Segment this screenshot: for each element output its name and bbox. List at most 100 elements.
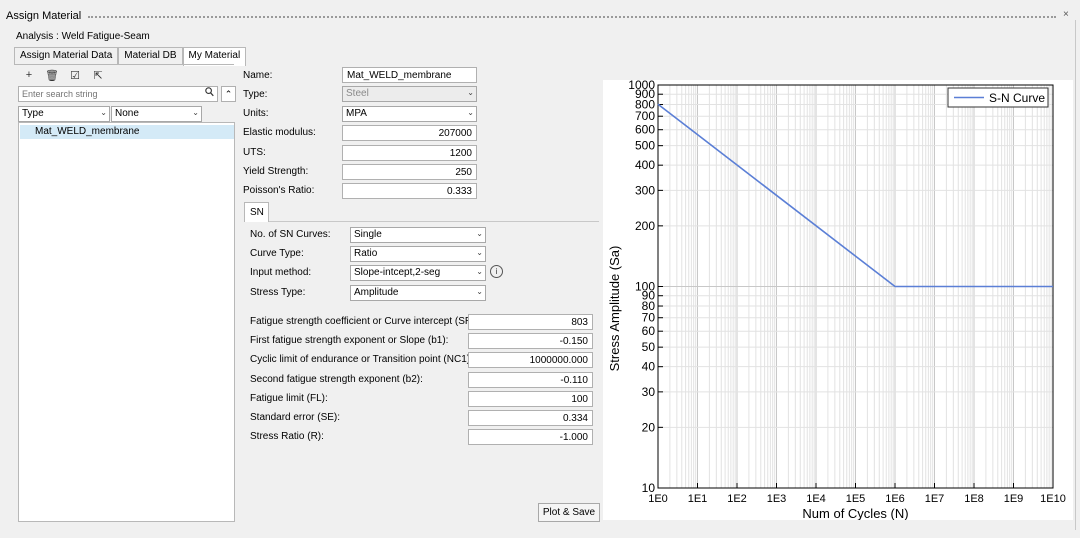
nc1-field[interactable]: 1000000.000 bbox=[468, 352, 593, 368]
units-select[interactable]: MPA ⌄ bbox=[342, 106, 477, 122]
search-input[interactable] bbox=[19, 87, 199, 101]
yield-strength-label: Yield Strength: bbox=[243, 166, 309, 177]
material-list: Mat_WELD_membrane bbox=[18, 122, 235, 522]
num-sn-curves-select[interactable]: Single ⌄ bbox=[350, 227, 486, 243]
y-tick-label: 500 bbox=[635, 139, 655, 153]
x-axis-label: Num of Cycles (N) bbox=[802, 506, 908, 520]
stress-ratio-field[interactable]: -1.000 bbox=[468, 429, 593, 445]
collapse-button[interactable]: ⌃ bbox=[221, 86, 236, 102]
info-icon[interactable]: i bbox=[490, 265, 503, 278]
x-tick-label: 1E5 bbox=[846, 493, 866, 505]
filter-value-value: None bbox=[115, 108, 139, 119]
window-title: Assign Material bbox=[6, 10, 82, 22]
tab-material-db[interactable]: Material DB bbox=[118, 47, 183, 65]
elastic-modulus-field[interactable]: 207000 bbox=[342, 125, 477, 141]
b1-label: First fatigue strength exponent or Slope… bbox=[250, 335, 449, 346]
type-select: Steel ⌄ bbox=[342, 86, 477, 102]
yield-strength-field[interactable]: 250 bbox=[342, 164, 477, 180]
y-tick-label: 100 bbox=[635, 280, 655, 294]
standard-error-field[interactable]: 0.334 bbox=[468, 410, 593, 426]
chevron-down-icon: ⌄ bbox=[476, 287, 483, 296]
y-tick-label: 300 bbox=[635, 183, 655, 197]
filter-type-value: Type bbox=[22, 108, 44, 119]
x-tick-label: 1E2 bbox=[727, 493, 747, 505]
units-label: Units: bbox=[243, 108, 269, 119]
x-tick-label: 1E6 bbox=[885, 493, 905, 505]
x-tick-label: 1E3 bbox=[767, 493, 787, 505]
chevron-down-icon: ⌄ bbox=[100, 108, 107, 117]
stress-type-select[interactable]: Amplitude ⌄ bbox=[350, 285, 486, 301]
x-tick-label: 1E8 bbox=[964, 493, 984, 505]
stress-ratio-label: Stress Ratio (R): bbox=[250, 431, 324, 442]
window-titlebar bbox=[0, 0, 1080, 30]
input-method-select[interactable]: Slope-intcept,2-seg ⌄ bbox=[350, 265, 486, 281]
num-sn-curves-value: Single bbox=[354, 229, 382, 240]
legend-label: S-N Curve bbox=[989, 91, 1045, 105]
fatigue-limit-label: Fatigue limit (FL): bbox=[250, 393, 328, 404]
tab-divider bbox=[14, 64, 234, 65]
x-tick-label: 1E7 bbox=[925, 493, 945, 505]
filter-type-select[interactable]: Type ⌄ bbox=[18, 106, 110, 122]
check-icon[interactable]: ☑ bbox=[68, 69, 82, 82]
input-method-value: Slope-intcept,2-seg bbox=[354, 267, 441, 278]
x-tick-label: 1E4 bbox=[806, 493, 826, 505]
y-axis-label: Stress Amplitude (Sa) bbox=[607, 246, 622, 372]
sr1-field[interactable]: 803 bbox=[468, 314, 593, 330]
poissons-ratio-field[interactable]: 0.333 bbox=[342, 183, 477, 199]
uts-field[interactable]: 1200 bbox=[342, 145, 477, 161]
analysis-label: Analysis : Weld Fatigue-Seam bbox=[16, 31, 150, 42]
titlebar-grip[interactable] bbox=[88, 16, 1056, 18]
fatigue-limit-field[interactable]: 100 bbox=[468, 391, 593, 407]
y-tick-label: 40 bbox=[642, 360, 656, 374]
name-field[interactable]: Mat_WELD_membrane bbox=[342, 67, 477, 83]
chevron-down-icon: ⌄ bbox=[476, 267, 483, 276]
y-tick-label: 10 bbox=[642, 481, 656, 495]
units-value: MPA bbox=[346, 108, 367, 119]
material-toolbar: + 🗑 ☑ ⇱ bbox=[22, 69, 105, 82]
curve-type-select[interactable]: Ratio ⌄ bbox=[350, 246, 486, 262]
y-tick-label: 60 bbox=[642, 324, 656, 338]
x-tick-label: 1E1 bbox=[688, 493, 708, 505]
close-icon[interactable]: × bbox=[1063, 9, 1069, 20]
type-value: Steel bbox=[346, 88, 369, 99]
chevron-down-icon: ⌄ bbox=[476, 229, 483, 238]
delete-icon[interactable]: 🗑 bbox=[45, 69, 59, 82]
panel-border bbox=[1075, 20, 1076, 530]
standard-error-label: Standard error (SE): bbox=[250, 412, 341, 423]
uts-label: UTS: bbox=[243, 147, 266, 158]
y-tick-label: 50 bbox=[642, 340, 656, 354]
tab-bar: Assign Material Data Material DB My Mate… bbox=[14, 47, 247, 66]
x-tick-label: 1E10 bbox=[1040, 493, 1066, 505]
y-tick-label: 600 bbox=[635, 123, 655, 137]
y-tick-label: 200 bbox=[635, 219, 655, 233]
search-box bbox=[18, 86, 218, 102]
stress-type-label: Stress Type: bbox=[250, 287, 306, 298]
y-tick-label: 400 bbox=[635, 158, 655, 172]
chevron-down-icon: ⌄ bbox=[467, 108, 474, 117]
export-icon[interactable]: ⇱ bbox=[91, 69, 105, 82]
list-item[interactable]: Mat_WELD_membrane bbox=[20, 125, 234, 139]
stress-type-value: Amplitude bbox=[354, 287, 399, 298]
x-tick-label: 1E9 bbox=[1004, 493, 1024, 505]
b1-field[interactable]: -0.150 bbox=[468, 333, 593, 349]
y-tick-label: 30 bbox=[642, 385, 656, 399]
y-tick-label: 20 bbox=[642, 420, 656, 434]
add-icon[interactable]: + bbox=[22, 69, 36, 82]
nc1-label: Cyclic limit of endurance or Transition … bbox=[250, 354, 473, 365]
b2-field[interactable]: -0.110 bbox=[468, 372, 593, 388]
b2-label: Second fatigue strength exponent (b2): bbox=[250, 374, 423, 385]
chevron-down-icon: ⌄ bbox=[467, 88, 474, 97]
tab-sn[interactable]: SN bbox=[244, 202, 269, 222]
filter-value-select[interactable]: None ⌄ bbox=[111, 106, 202, 122]
curve-type-value: Ratio bbox=[354, 248, 378, 259]
type-label: Type: bbox=[243, 89, 268, 100]
sn-chart-panel: 1E0 1E1 1E2 1E3 1E4 1E5 1E6 1E7 1E8 1E9 1E10 10 20 30… bbox=[603, 78, 1073, 521]
search-icon[interactable] bbox=[205, 87, 214, 100]
input-method-label: Input method: bbox=[250, 267, 312, 278]
chevron-down-icon: ⌄ bbox=[192, 108, 199, 117]
poissons-ratio-label: Poisson's Ratio: bbox=[243, 185, 315, 196]
name-label: Name: bbox=[243, 70, 273, 81]
plot-save-button[interactable]: Plot & Save bbox=[538, 503, 600, 522]
tab-assign-material-data[interactable]: Assign Material Data bbox=[14, 47, 119, 65]
elastic-modulus-label: Elastic modulus: bbox=[243, 127, 316, 138]
